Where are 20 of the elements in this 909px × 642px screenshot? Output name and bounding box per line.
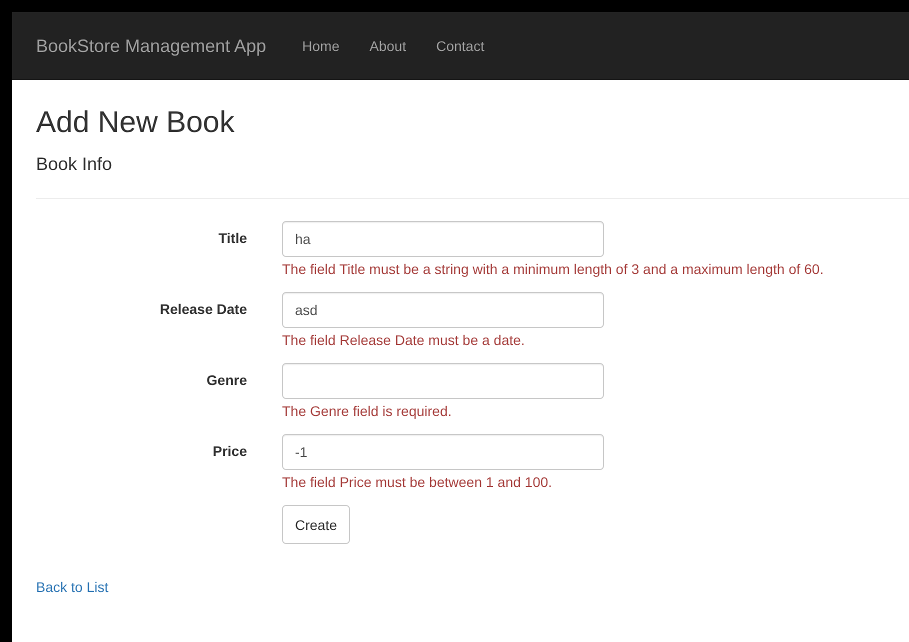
field-label: Title bbox=[217, 229, 247, 248]
error-message: The field Release Date must be a date. bbox=[282, 332, 526, 348]
error-message: The field Price must be between 1 and 100. bbox=[282, 474, 554, 490]
error-message: The Genre field is required. bbox=[282, 403, 453, 419]
error-message: The field Title must be a string with a minimum length of 3 and a maximum length of 60. bbox=[282, 261, 825, 277]
back-link[interactable]: Back to List bbox=[36, 579, 108, 595]
field-label: Genre bbox=[206, 371, 247, 390]
field-label: Release Date bbox=[158, 300, 247, 319]
input-field[interactable]: ha bbox=[282, 221, 604, 257]
input-field[interactable]: -1 bbox=[282, 434, 604, 470]
input-field[interactable]: asd bbox=[282, 292, 604, 328]
nav-link[interactable]: About bbox=[370, 38, 406, 54]
section-subtitle: Book Info bbox=[36, 154, 114, 175]
brand-link[interactable]: BookStore Management App bbox=[36, 36, 266, 56]
field-label: Price bbox=[212, 442, 247, 461]
input-field[interactable] bbox=[282, 363, 604, 399]
nav-link[interactable]: Home bbox=[302, 38, 340, 54]
create-button[interactable]: Create bbox=[282, 505, 350, 544]
page-title: Add New Book bbox=[36, 106, 236, 140]
nav-link[interactable]: Contact bbox=[436, 38, 484, 54]
